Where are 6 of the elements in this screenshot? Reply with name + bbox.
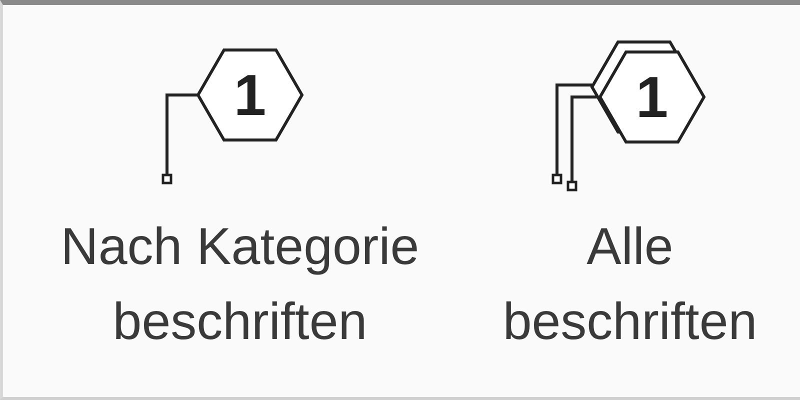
tag-button[interactable]: 1 Alle beschriften — [460, 5, 800, 397]
hexagon-icon — [598, 50, 706, 144]
tag-button[interactable]: 1 Nach Kategorie beschriften — [20, 5, 460, 397]
tag-number: 1 — [234, 63, 266, 128]
tag-number: 1 — [636, 65, 668, 130]
hexagon-icon — [196, 48, 304, 142]
